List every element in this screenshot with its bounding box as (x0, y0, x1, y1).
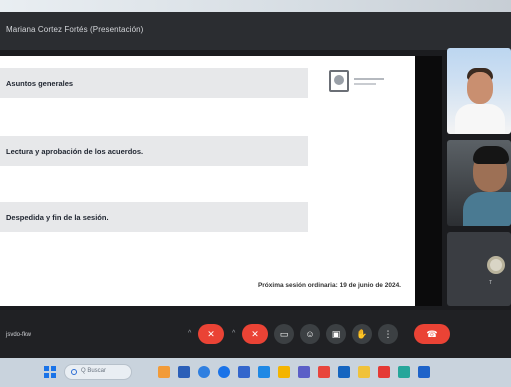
next-session-note: Próxima sesión ordinaria: 19 de junio de… (257, 282, 401, 289)
search-icon (71, 369, 77, 375)
widgets-icon[interactable] (158, 366, 170, 378)
present-button[interactable]: ▣ (326, 324, 346, 344)
meeting-controls-bar: jsvdo-fkw ^ ✕ ^ ✕ ▭ ☺ ▣ ✋ ⋮ ☎ (0, 310, 511, 358)
agenda-item-label: Asuntos generales (6, 79, 74, 88)
emoji-button[interactable]: ☺ (300, 324, 320, 344)
more-options-button[interactable]: ⋮ (378, 324, 398, 344)
participant-tile[interactable] (447, 48, 511, 134)
chrome-icon[interactable] (218, 366, 230, 378)
mic-off-icon: ✕ (207, 328, 215, 339)
captions-icon: ▭ (279, 328, 289, 339)
photos-icon[interactable] (278, 366, 290, 378)
window-title: Mariana Cortez Fortés (Presentación) (6, 25, 144, 34)
participant-video (463, 192, 511, 226)
app-icon[interactable] (378, 366, 390, 378)
app-icon[interactable] (338, 366, 350, 378)
app-icon[interactable] (398, 366, 410, 378)
presentation-margin (415, 56, 442, 306)
file-explorer-icon[interactable] (178, 366, 190, 378)
app-icon[interactable] (358, 366, 370, 378)
agenda-item-label: Despedida y fin de la sesión. (6, 213, 109, 222)
presentation-title-bar: Mariana Cortez Fortés (Presentación) (0, 12, 511, 50)
agenda-item: Lectura y aprobación de los acuerdos. (0, 136, 308, 166)
chevron-up-icon[interactable]: ^ (188, 330, 196, 337)
logo-text-line (354, 78, 384, 80)
logo-text-line (354, 83, 376, 85)
participant-tile[interactable] (447, 140, 511, 226)
chevron-up-icon[interactable]: ^ (232, 330, 240, 337)
room-background (0, 0, 511, 12)
windows-start-icon[interactable] (44, 366, 56, 378)
emoji-icon: ☺ (305, 329, 315, 339)
meeting-code: jsvdo-fkw (6, 332, 32, 338)
windows-taskbar: Q Buscar (0, 358, 511, 387)
mail-icon[interactable] (238, 366, 250, 378)
shared-slide: Asuntos generales Lectura y aprobación d… (0, 56, 415, 306)
raise-hand-button[interactable]: ✋ (352, 324, 372, 344)
settings-icon[interactable] (318, 366, 330, 378)
captions-button[interactable]: ▭ (274, 324, 294, 344)
more-options-icon: ⋮ (383, 328, 393, 339)
participant-video (455, 104, 505, 134)
leave-call-button[interactable]: ☎ (414, 324, 450, 344)
participant-video (467, 72, 493, 104)
edge-icon[interactable] (198, 366, 210, 378)
app-icon[interactable] (418, 366, 430, 378)
camera-toggle-button[interactable]: ✕ (242, 324, 268, 344)
store-icon[interactable] (258, 366, 270, 378)
institution-logo-icon (329, 70, 349, 92)
participant-name: T (489, 280, 493, 286)
agenda-item: Asuntos generales (0, 68, 308, 98)
camera-off-icon: ✕ (251, 328, 259, 339)
teams-icon[interactable] (298, 366, 310, 378)
participant-video (473, 146, 509, 164)
mic-toggle-button[interactable]: ✕ (198, 324, 224, 344)
agenda-item: Despedida y fin de la sesión. (0, 202, 308, 232)
leave-call-icon: ☎ (426, 328, 438, 339)
raise-hand-icon: ✋ (356, 328, 368, 339)
present-icon: ▣ (331, 328, 341, 339)
taskbar-search-input[interactable]: Q Buscar (64, 364, 132, 380)
avatar (487, 256, 505, 274)
search-placeholder: Q Buscar (81, 368, 107, 374)
agenda-item-label: Lectura y aprobación de los acuerdos. (6, 147, 144, 156)
participant-tile[interactable]: T (447, 232, 511, 306)
